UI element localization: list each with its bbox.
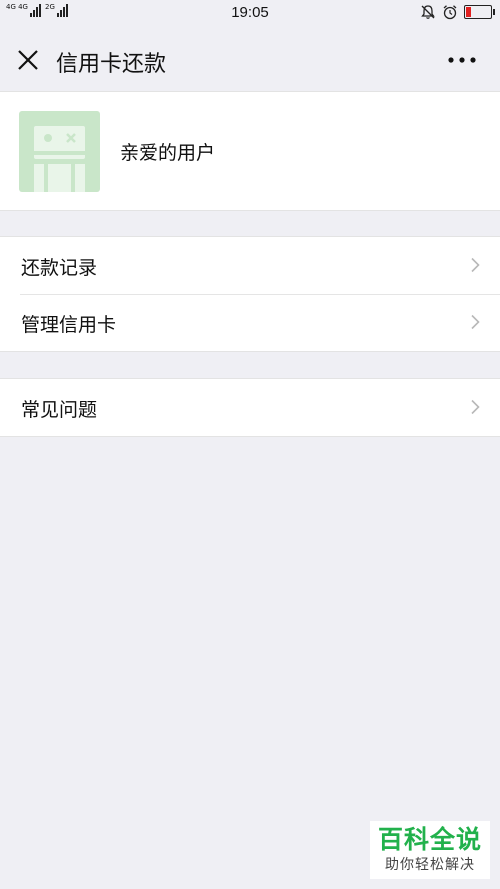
profile-card[interactable]: 亲爱的用户 — [0, 91, 500, 211]
menu-group-1: 还款记录 管理信用卡 — [0, 236, 500, 352]
repayment-records-label: 还款记录 — [21, 258, 98, 279]
nav-bar: 信用卡还款 — [0, 28, 500, 91]
watermark-title: 百科全说 — [377, 825, 482, 854]
bell-off-icon — [421, 5, 435, 19]
battery-fill — [466, 7, 472, 17]
status-bar: 4G 4G 2G 19:05 — [0, 0, 500, 28]
faq-label: 常见问题 — [21, 400, 98, 421]
chevron-right-icon — [471, 257, 480, 273]
faq-item[interactable]: 常见问题 — [0, 379, 500, 436]
menu-group-2: 常见问题 — [0, 378, 500, 437]
watermark-logo: 百科全说 助你轻松解决 — [370, 821, 490, 879]
repayment-records-item[interactable]: 还款记录 — [0, 237, 500, 294]
close-icon[interactable] — [12, 44, 44, 76]
user-name: 亲爱的用户 — [120, 143, 216, 164]
page-title: 信用卡还款 — [56, 51, 167, 76]
manage-cards-label: 管理信用卡 — [21, 315, 117, 336]
robot-avatar-icon — [34, 126, 85, 192]
alarm-icon — [443, 5, 457, 20]
manage-cards-item[interactable]: 管理信用卡 — [0, 294, 500, 351]
status-icons — [420, 4, 495, 20]
watermark-subtitle: 助你轻松解决 — [385, 857, 475, 873]
chevron-right-icon — [471, 399, 480, 415]
more-icon[interactable] — [444, 50, 480, 70]
avatar — [19, 111, 100, 192]
chevron-right-icon — [471, 314, 480, 330]
battery-icon — [464, 5, 495, 19]
